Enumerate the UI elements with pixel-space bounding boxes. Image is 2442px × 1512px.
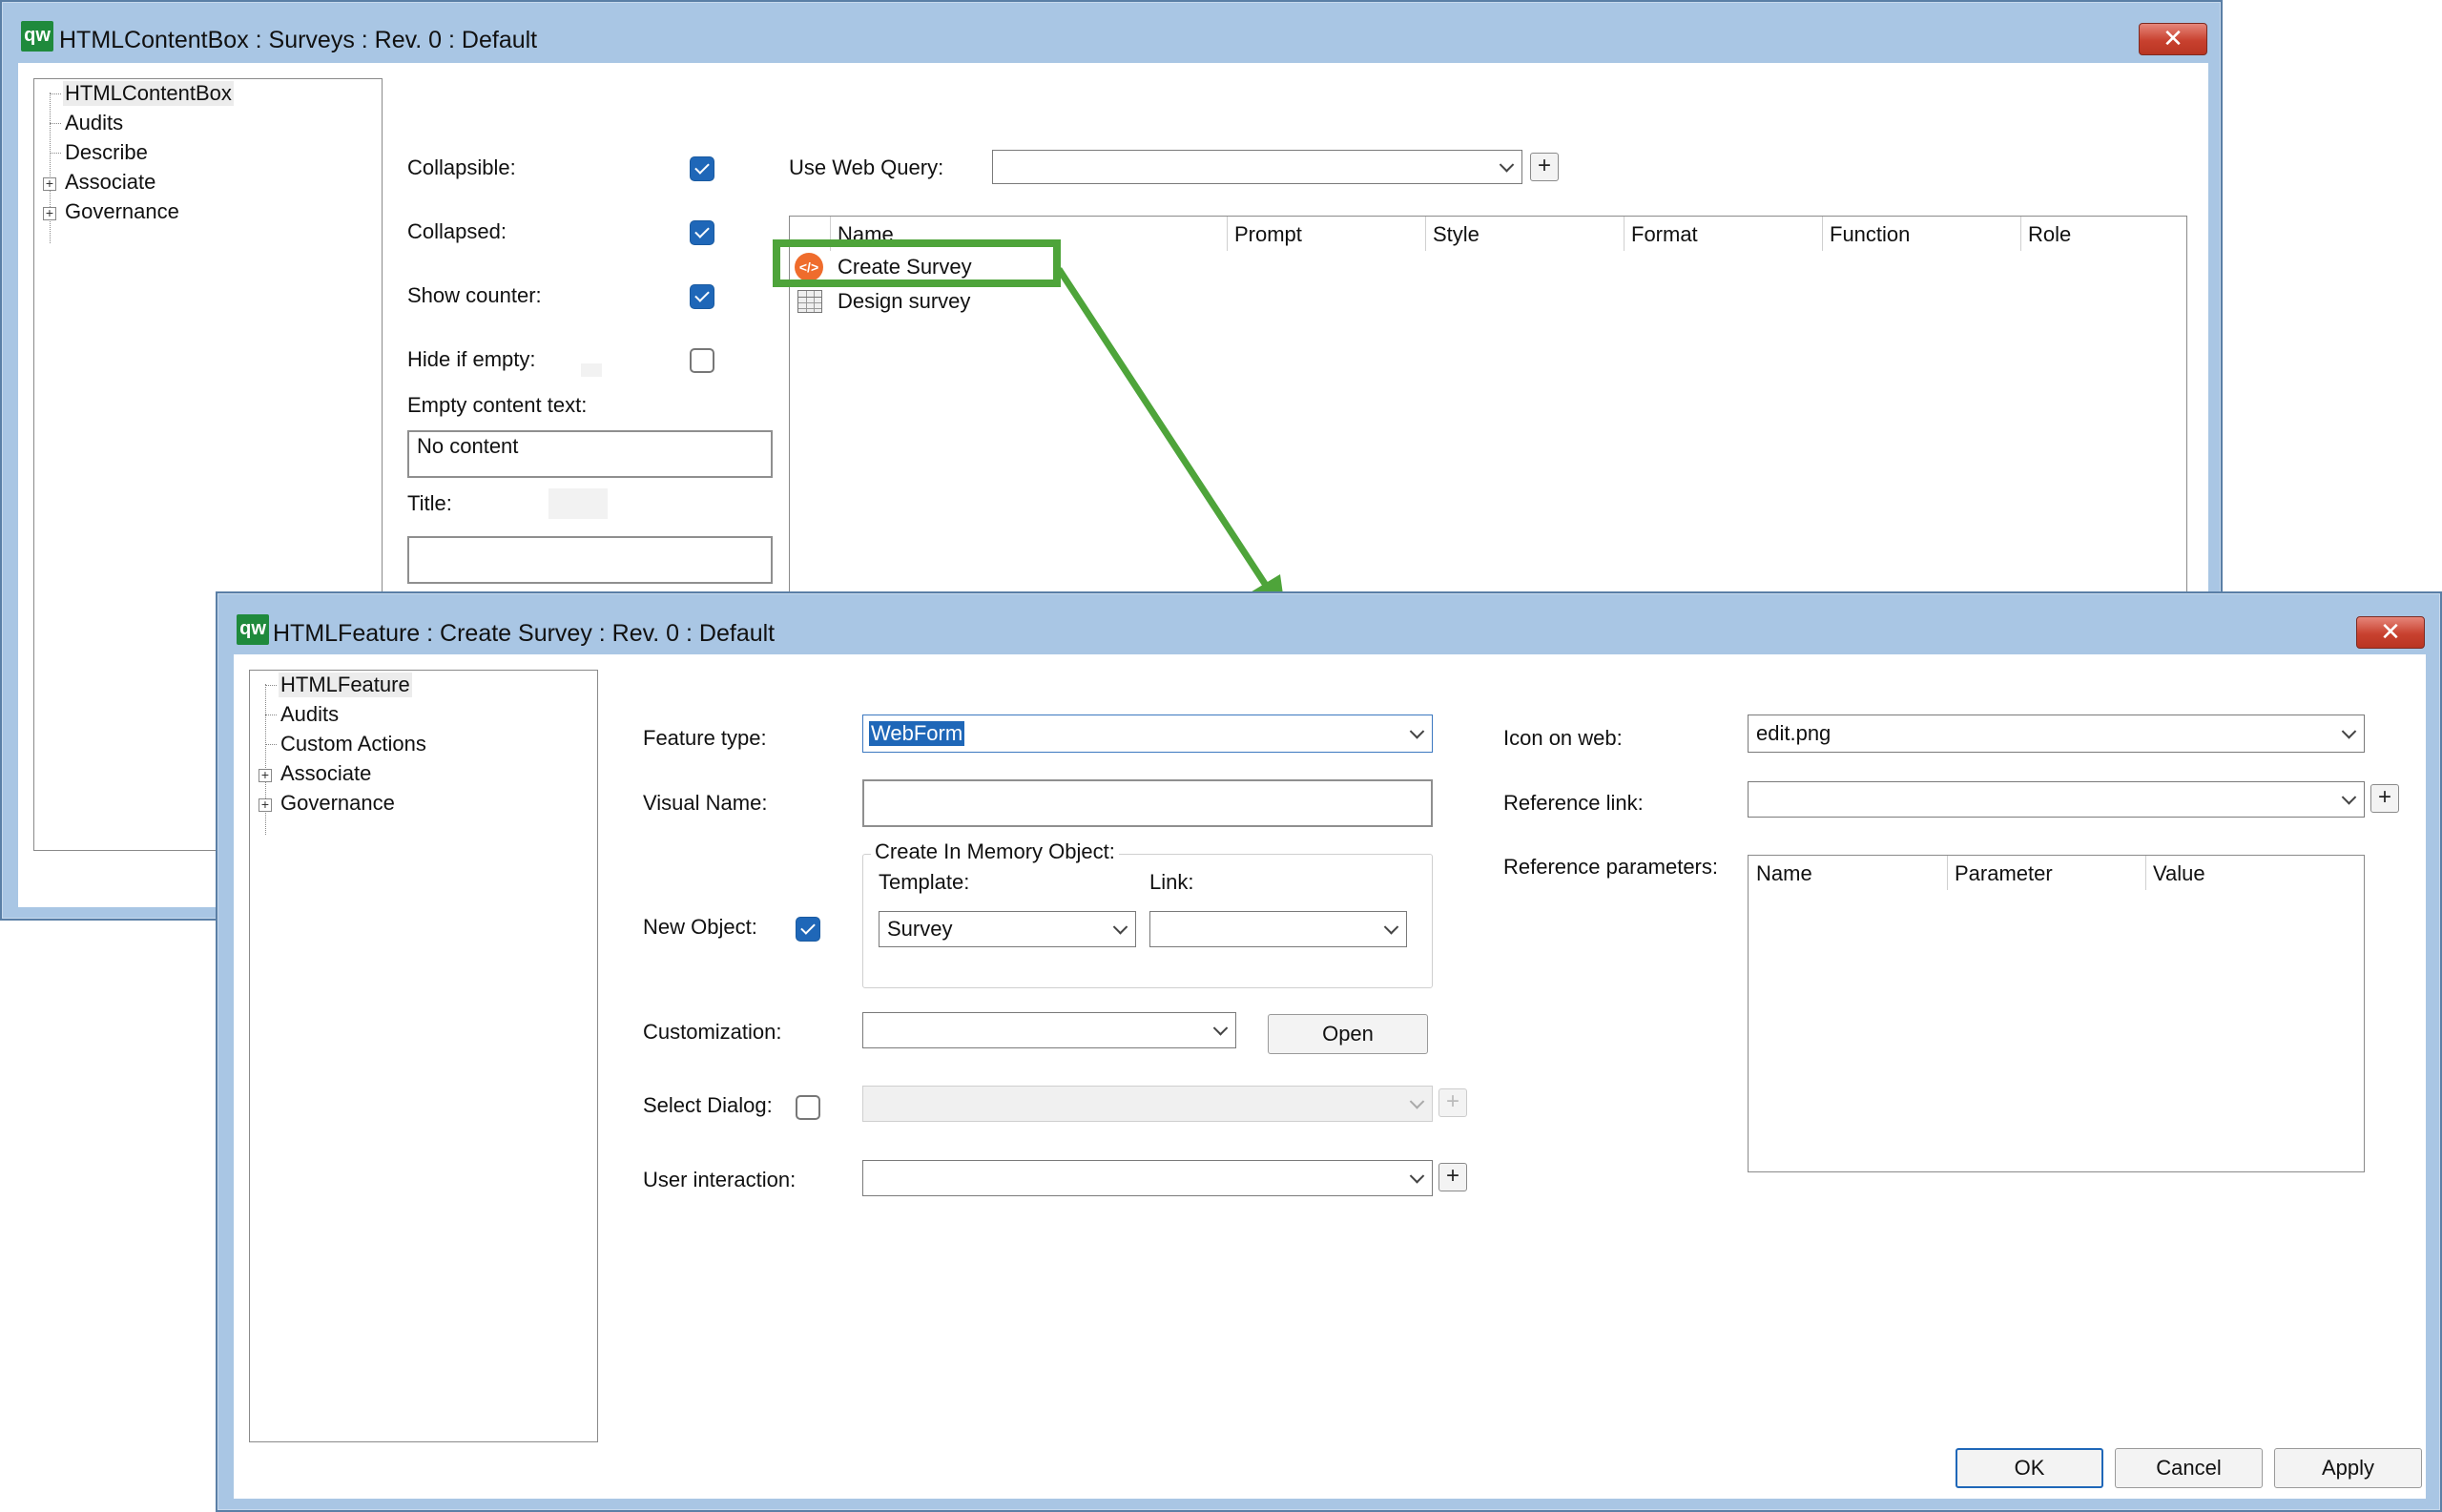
template-label: Template: xyxy=(879,870,970,894)
create-in-memory-object-label: Create In Memory Object: xyxy=(871,839,1119,864)
chevron-down-icon xyxy=(1112,920,1128,935)
new-object-label: New Object: xyxy=(643,915,757,939)
icon-on-web-label: Icon on web: xyxy=(1503,726,1623,750)
icon-on-web-value: edit.png xyxy=(1756,721,1832,745)
close-icon: ✕ xyxy=(2380,617,2401,646)
template-value: Survey xyxy=(887,917,953,941)
column-header-parameter[interactable]: Parameter xyxy=(1955,861,2053,886)
apply-button[interactable]: Apply xyxy=(2274,1448,2422,1488)
html-feature-window: qw HTMLFeature : Create Survey : Rev. 0 … xyxy=(216,591,2442,1512)
html-feature-titlebar[interactable]: qw HTMLFeature : Create Survey : Rev. 0 … xyxy=(217,593,2440,649)
visual-name-field[interactable] xyxy=(862,779,1433,827)
feature-type-label: Feature type: xyxy=(643,726,767,750)
customization-label: Customization: xyxy=(643,1020,782,1044)
tree-item-audits[interactable]: Audits xyxy=(280,702,339,727)
tree-line xyxy=(265,685,277,686)
tree-line xyxy=(265,744,277,745)
tree-line xyxy=(265,684,266,835)
select-dialog-checkbox[interactable] xyxy=(796,1095,820,1120)
select-dialog-label: Select Dialog: xyxy=(643,1093,773,1117)
link-label: Link: xyxy=(1149,870,1194,894)
new-object-checkbox[interactable] xyxy=(796,917,820,942)
tree-item-htmlfeature[interactable]: HTMLFeature xyxy=(279,673,412,697)
expand-icon[interactable]: + xyxy=(259,768,272,782)
tree-item-custom-actions[interactable]: Custom Actions xyxy=(280,732,426,756)
feature-type-value: WebForm xyxy=(869,721,965,746)
chevron-down-icon xyxy=(2341,724,2357,739)
cancel-button[interactable]: Cancel xyxy=(2115,1448,2263,1488)
window-title: HTMLFeature : Create Survey : Rev. 0 : D… xyxy=(273,620,776,647)
template-dropdown[interactable]: Survey xyxy=(879,911,1136,947)
visual-name-label: Visual Name: xyxy=(643,791,768,815)
app-logo-icon: qw xyxy=(237,614,269,645)
open-button[interactable]: Open xyxy=(1268,1014,1428,1054)
column-separator xyxy=(1947,856,1948,890)
tree-item-associate[interactable]: Associate xyxy=(280,761,371,786)
column-separator xyxy=(2145,856,2146,890)
add-reference-link-button[interactable]: + xyxy=(2370,784,2399,813)
chevron-down-icon xyxy=(1409,1094,1425,1109)
select-dialog-dropdown[interactable] xyxy=(862,1086,1433,1122)
chevron-down-icon xyxy=(1409,1169,1425,1184)
chevron-down-icon xyxy=(1383,920,1399,935)
chevron-down-icon xyxy=(1212,1021,1229,1036)
chevron-down-icon xyxy=(2341,790,2357,805)
icon-on-web-dropdown[interactable]: edit.png xyxy=(1748,715,2365,753)
user-interaction-dropdown[interactable] xyxy=(862,1160,1433,1196)
expand-icon[interactable]: + xyxy=(259,797,272,812)
add-user-interaction-button[interactable]: + xyxy=(1438,1163,1467,1191)
column-header-name[interactable]: Name xyxy=(1756,861,1812,886)
chevron-down-icon xyxy=(1409,724,1425,739)
ok-button[interactable]: OK xyxy=(1956,1448,2103,1488)
feature-type-dropdown[interactable]: WebForm xyxy=(862,715,1433,753)
add-select-dialog-button[interactable]: + xyxy=(1438,1088,1467,1117)
reference-link-label: Reference link: xyxy=(1503,791,1644,815)
navigation-tree[interactable]: HTMLFeature Audits Custom Actions + Asso… xyxy=(249,670,598,1442)
link-dropdown[interactable] xyxy=(1149,911,1407,947)
user-interaction-label: User interaction: xyxy=(643,1168,797,1191)
customization-dropdown[interactable] xyxy=(862,1012,1236,1048)
tree-item-governance[interactable]: Governance xyxy=(280,791,395,816)
html-feature-client: HTMLFeature Audits Custom Actions + Asso… xyxy=(234,654,2426,1499)
reference-parameters-label: Reference parameters: xyxy=(1503,855,1718,879)
reference-link-dropdown[interactable] xyxy=(1748,781,2365,818)
column-header-value[interactable]: Value xyxy=(2153,861,2205,886)
close-button[interactable]: ✕ xyxy=(2356,616,2425,649)
reference-parameters-grid: Name Parameter Value xyxy=(1748,855,2365,1172)
